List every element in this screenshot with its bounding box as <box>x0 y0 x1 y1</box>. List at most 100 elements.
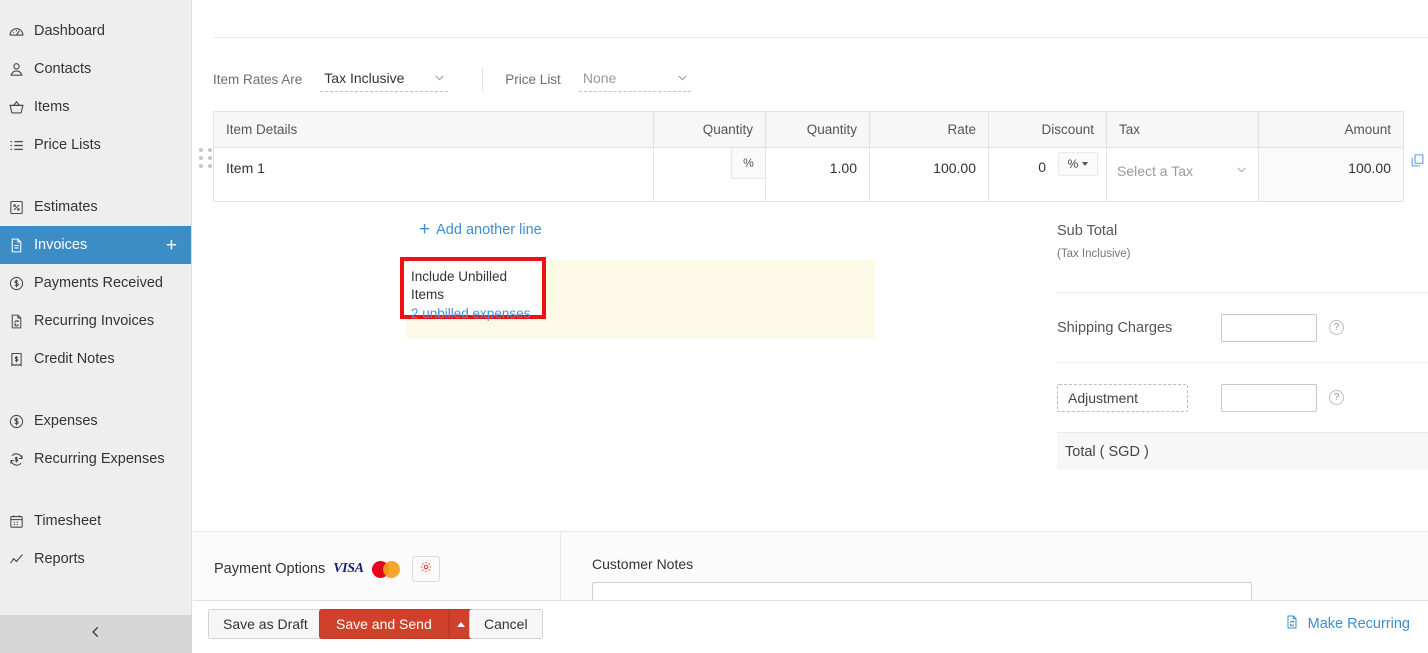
row-actions <box>1409 152 1428 169</box>
sidebar-item-timesheet[interactable]: Timesheet <box>0 502 191 540</box>
col-quantity-1: Quantity <box>654 112 766 148</box>
sidebar-item-label: Timesheet <box>34 513 101 529</box>
sidebar-item-label: Items <box>34 99 69 115</box>
grand-total-row: Total ( SGD ) 100.00 <box>1057 432 1428 470</box>
payment-settings-button[interactable] <box>412 556 440 582</box>
adjustment-input[interactable] <box>1221 384 1317 412</box>
caret-up-icon <box>457 622 465 627</box>
sidebar-item-label: Expenses <box>34 413 98 429</box>
dashboard-gauge-icon <box>8 23 34 40</box>
person-icon <box>8 61 34 78</box>
copy-icon[interactable] <box>1409 152 1426 169</box>
sidebar-group-divider <box>0 164 191 188</box>
recurring-dollar-icon <box>8 451 34 468</box>
item-rates-select[interactable]: Tax Inclusive <box>320 67 448 92</box>
footer-action-bar: Save as Draft Save and Send Cancel Make … <box>193 600 1428 653</box>
sidebar-group-divider <box>0 478 191 502</box>
shipping-charges-row: Shipping Charges ? 0.00 <box>1057 293 1428 362</box>
sidebar-item-recurring-expenses[interactable]: Recurring Expenses <box>0 440 191 478</box>
payment-options-label: Payment Options <box>214 561 325 577</box>
item-rates-label: Item Rates Are <box>213 72 302 87</box>
sidebar-item-label: Invoices <box>34 237 87 253</box>
adjustment-label-field[interactable]: Adjustment <box>1057 384 1188 412</box>
save-as-draft-button[interactable]: Save as Draft <box>208 609 323 639</box>
save-and-send-group: Save and Send <box>319 609 473 639</box>
save-and-send-button[interactable]: Save and Send <box>319 609 449 639</box>
sidebar-item-credit-notes[interactable]: Credit Notes <box>0 340 191 378</box>
sidebar-item-invoices[interactable]: Invoices + <box>0 226 191 264</box>
table-row: Item 1 % 1.00 100.00 0 % <box>214 148 1404 202</box>
col-item-details: Item Details <box>214 112 654 148</box>
sub-total-row: Sub Total 100.00 <box>1057 218 1428 244</box>
tax-select[interactable]: Select a Tax <box>1117 158 1248 184</box>
make-recurring-label: Make Recurring <box>1308 616 1410 632</box>
cell-tax[interactable]: Select a Tax <box>1107 148 1259 202</box>
discount-unit-label: % <box>1068 157 1079 171</box>
chevron-down-icon <box>676 71 689 87</box>
question-mark-icon[interactable]: ? <box>1329 390 1344 405</box>
sidebar-collapse-button[interactable] <box>0 615 192 653</box>
invoice-doc-icon <box>8 237 34 254</box>
add-another-line-label: Add another line <box>436 222 542 238</box>
cell-quantity-2[interactable]: 1.00 <box>766 148 870 202</box>
make-recurring-button[interactable]: Make Recurring <box>1284 614 1410 634</box>
customer-notes-label: Customer Notes <box>592 556 693 572</box>
col-amount: Amount <box>1259 112 1404 148</box>
gear-icon <box>419 560 433 579</box>
visa-icon: VISA <box>333 561 363 577</box>
add-invoice-button[interactable]: + <box>166 236 177 255</box>
dollar-circle-icon <box>8 275 34 292</box>
line-items-table: Item Details Quantity Quantity Rate Disc… <box>213 111 1404 202</box>
unbilled-expenses-link[interactable]: 2 unbilled expenses <box>411 304 542 324</box>
cell-discount[interactable]: 0 % <box>989 148 1107 202</box>
sidebar-item-label: Reports <box>34 551 85 567</box>
sidebar-item-label: Estimates <box>34 199 98 215</box>
shipping-charges-label: Shipping Charges <box>1057 320 1221 336</box>
include-unbilled-items-highlight[interactable]: Include Unbilled Items 2 unbilled expens… <box>400 257 546 319</box>
sidebar: Dashboard Contacts Items <box>0 0 192 653</box>
price-list-value: None <box>583 70 616 86</box>
sidebar-item-payments-received[interactable]: Payments Received <box>0 264 191 302</box>
discount-unit-dropdown[interactable]: % <box>1058 152 1098 176</box>
sidebar-scroll-area: Dashboard Contacts Items <box>0 0 191 615</box>
sidebar-item-reports[interactable]: Reports <box>0 540 191 578</box>
customer-notes-textarea[interactable] <box>592 582 1252 600</box>
vertical-divider <box>482 68 483 90</box>
section-divider <box>213 37 1428 38</box>
sidebar-item-label: Contacts <box>34 61 91 77</box>
question-mark-icon[interactable]: ? <box>1329 320 1344 335</box>
credit-note-icon <box>8 351 34 368</box>
caret-down-icon <box>1082 162 1088 166</box>
sidebar-item-items[interactable]: Items <box>0 88 191 126</box>
add-another-line-button[interactable]: + Add another line <box>419 220 542 239</box>
calendar-clock-icon <box>8 513 34 530</box>
cell-quantity-1[interactable]: % <box>654 148 766 202</box>
bottom-panel: Payment Options VISA Customer Notes <box>193 531 1428 600</box>
sidebar-group-divider <box>0 378 191 402</box>
chevron-down-icon <box>433 71 446 87</box>
cell-rate[interactable]: 100.00 <box>870 148 989 202</box>
sidebar-item-label: Dashboard <box>34 23 105 39</box>
sidebar-item-contacts[interactable]: Contacts <box>0 50 191 88</box>
chevron-left-icon <box>89 625 103 644</box>
cancel-button[interactable]: Cancel <box>469 609 543 639</box>
shipping-charges-input[interactable] <box>1221 314 1317 342</box>
sidebar-item-estimates[interactable]: Estimates <box>0 188 191 226</box>
totals-panel: Sub Total 100.00 (Tax Inclusive) Shippin… <box>1057 218 1428 470</box>
adjustment-row: Adjustment ? 0.00 <box>1057 363 1428 432</box>
recurring-doc-icon <box>8 313 34 330</box>
cell-item-details[interactable]: Item 1 <box>214 148 654 202</box>
sidebar-item-label: Recurring Invoices <box>34 313 154 329</box>
include-unbilled-items-title: Include Unbilled Items <box>411 268 542 304</box>
sidebar-item-label: Payments Received <box>34 275 163 291</box>
item-rates-value: Tax Inclusive <box>324 70 404 86</box>
sidebar-item-label: Recurring Expenses <box>34 451 165 467</box>
chevron-down-icon <box>1235 163 1248 179</box>
sidebar-item-recurring-invoices[interactable]: Recurring Invoices <box>0 302 191 340</box>
sidebar-item-expenses[interactable]: Expenses <box>0 402 191 440</box>
sidebar-item-dashboard[interactable]: Dashboard <box>0 12 191 50</box>
sidebar-item-price-lists[interactable]: Price Lists <box>0 126 191 164</box>
grand-total-label: Total ( SGD ) <box>1065 444 1149 460</box>
price-list-select[interactable]: None <box>579 67 691 92</box>
row-drag-handle[interactable] <box>199 148 213 170</box>
